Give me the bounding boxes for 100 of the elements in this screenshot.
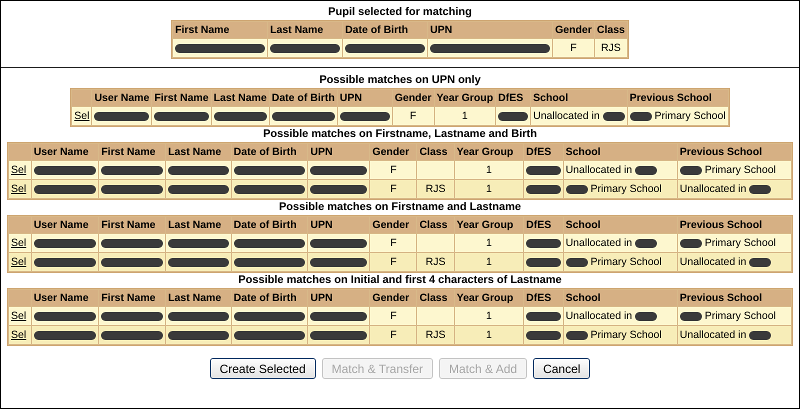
redaction-bar	[310, 330, 368, 340]
redaction-bar	[602, 112, 625, 121]
redaction-bar	[749, 330, 772, 340]
column-header: DfES	[498, 92, 524, 104]
redaction-bar	[526, 184, 561, 194]
section-title: Possible matches on Initial and first 4 characters of Lastname	[238, 273, 562, 288]
table-cell-text: 1	[462, 110, 468, 122]
column-header: School	[566, 219, 601, 231]
redaction-bar	[749, 258, 772, 267]
column-header: User Name	[34, 219, 89, 231]
redaction-bar	[168, 166, 229, 174]
redaction-bar	[566, 258, 588, 267]
redaction-bar	[498, 112, 528, 120]
redaction-bar	[101, 238, 164, 248]
table-cell-text: 1	[486, 310, 492, 322]
redaction-bar	[635, 312, 658, 321]
table-cell-text: 1	[486, 329, 492, 341]
column-header: UPN	[430, 24, 452, 36]
column-header: UPN	[340, 92, 362, 104]
column-header: UPN	[310, 292, 333, 304]
redaction-bar	[680, 312, 702, 321]
table-cell-text: RJS	[426, 183, 446, 195]
redaction-bar	[168, 312, 229, 320]
section-title: Possible matches on Firstname, Lastname and Birth	[263, 127, 537, 142]
redaction-bar	[566, 184, 588, 194]
table-cell-text: Primary School	[590, 329, 662, 341]
redaction-bar	[168, 238, 229, 248]
column-header: DfES	[526, 146, 552, 158]
redaction-bar	[214, 112, 267, 120]
redaction-bar	[340, 112, 390, 120]
table-cell-text: Primary School	[704, 310, 776, 322]
redaction-bar	[34, 166, 96, 174]
redaction-bar	[101, 184, 164, 194]
redaction-bar	[154, 112, 209, 120]
section-title: Pupil selected for matching	[328, 5, 472, 20]
table-cell-text: F	[390, 183, 397, 195]
column-header: Gender	[394, 92, 432, 104]
column-header: Date of Birth	[345, 24, 408, 36]
table-cell-text: Primary School	[590, 183, 662, 195]
table-cell-text: Unallocated in	[680, 256, 746, 268]
column-header: Previous School	[680, 219, 762, 231]
redaction-bar	[168, 184, 229, 194]
column-header: Class	[419, 292, 448, 304]
table-cell-text: F	[390, 310, 397, 322]
redaction-bar	[310, 184, 368, 194]
table-cell-text: Unallocated in	[566, 310, 632, 322]
redaction-bar	[526, 258, 561, 266]
redaction-bar	[101, 258, 164, 266]
table-cell-text: F	[390, 256, 397, 268]
redaction-bar	[526, 238, 561, 248]
column-header: First Name	[101, 292, 156, 304]
redaction-bar	[635, 166, 658, 175]
table-cell-text: 1	[486, 164, 492, 176]
action-button[interactable]: Cancel	[533, 358, 590, 379]
table-cell-text: RJS	[426, 256, 446, 268]
column-header: Date of Birth	[272, 92, 335, 104]
column-header: Year Group	[456, 146, 514, 158]
redaction-bar	[94, 112, 150, 120]
column-header: UPN	[310, 219, 333, 231]
redaction-bar	[270, 44, 340, 52]
redaction-bar	[749, 184, 772, 194]
redaction-bar	[234, 312, 306, 320]
column-header: Class	[596, 24, 625, 36]
column-header: Last Name	[168, 146, 222, 158]
column-header: Date of Birth	[234, 219, 297, 231]
column-header: Previous School	[630, 92, 712, 104]
redaction-bar	[526, 312, 561, 320]
table-cell-text: F	[390, 164, 397, 176]
redaction-bar	[34, 330, 96, 340]
table-cell-text: Unallocated in	[533, 110, 600, 122]
column-header: Class	[419, 219, 448, 231]
redaction-bar	[234, 330, 306, 340]
column-header: Last Name	[168, 292, 222, 304]
column-header: Last Name	[214, 92, 267, 104]
table-cell-text: Primary School	[590, 256, 662, 268]
column-header: Gender	[372, 219, 410, 231]
table-cell-text: Primary School	[704, 164, 776, 176]
redaction-bar	[635, 238, 658, 248]
table-cell-text: 1	[486, 256, 492, 268]
column-header: Last Name	[168, 219, 222, 231]
redaction-bar	[630, 112, 652, 121]
column-header: First Name	[101, 146, 156, 158]
column-header: Last Name	[270, 24, 324, 36]
redaction-bar	[234, 184, 306, 194]
column-header: UPN	[310, 146, 333, 158]
table-cell-text: Unallocated in	[680, 183, 746, 195]
table-cell-text: 1	[486, 237, 492, 249]
redaction-bar	[168, 258, 229, 266]
column-header: School	[566, 292, 601, 304]
column-header: First Name	[154, 92, 209, 104]
redaction-bar	[680, 238, 702, 248]
table-cell-text: Primary School	[704, 237, 776, 249]
table-cell-text: RJS	[600, 42, 621, 54]
column-header: Gender	[555, 24, 592, 36]
redaction-bar	[234, 238, 306, 248]
column-header: First Name	[175, 24, 230, 36]
redaction-bar	[566, 330, 588, 340]
section-title: Possible matches on UPN only	[319, 73, 481, 88]
redaction-bar	[234, 166, 306, 174]
action-button[interactable]: Create Selected	[210, 358, 316, 379]
